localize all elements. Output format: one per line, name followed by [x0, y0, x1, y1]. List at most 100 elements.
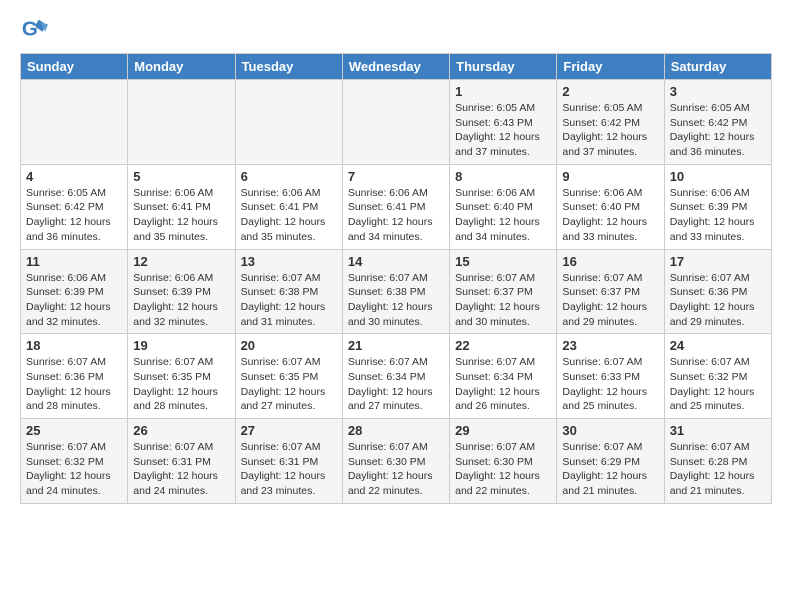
calendar-cell: 15 Sunrise: 6:07 AMSunset: 6:37 PMDayligh… — [450, 249, 557, 334]
calendar-cell: 27 Sunrise: 6:07 AMSunset: 6:31 PMDayligh… — [235, 419, 342, 504]
day-number: 8 — [455, 169, 551, 184]
calendar-cell: 11Sunrise: 6:06 AMSunset: 6:39 PMDayligh… — [21, 249, 128, 334]
day-info: Sunrise: 6:07 AMSunset: 6:37 PMDaylight:… — [562, 271, 658, 330]
day-number: 10 — [670, 169, 766, 184]
day-number: 4 — [26, 169, 122, 184]
day-info: Sunrise: 6:07 AMSunset: 6:31 PMDaylight:… — [241, 440, 337, 499]
day-info: Sunrise: 6:07 AMSunset: 6:37 PMDaylight:… — [455, 271, 551, 330]
day-info: Sunrise: 6:07 AMSunset: 6:36 PMDaylight:… — [670, 271, 766, 330]
day-number: 13 — [241, 254, 337, 269]
weekday-header: Friday — [557, 54, 664, 80]
day-info: Sunrise: 6:07 AMSunset: 6:31 PMDaylight:… — [133, 440, 229, 499]
calendar-cell: 9Sunrise: 6:06 AMSunset: 6:40 PMDaylight… — [557, 164, 664, 249]
calendar-cell: 5Sunrise: 6:06 AMSunset: 6:41 PMDaylight… — [128, 164, 235, 249]
day-number: 23 — [562, 338, 658, 353]
calendar-week-row: 25 Sunrise: 6:07 AMSunset: 6:32 PMDayligh… — [21, 419, 772, 504]
calendar-cell: 19Sunrise: 6:07 AMSunset: 6:35 PMDayligh… — [128, 334, 235, 419]
day-info: Sunrise: 6:07 AMSunset: 6:38 PMDaylight:… — [241, 271, 337, 330]
day-info: Sunrise: 6:05 AMSunset: 6:42 PMDaylight:… — [670, 101, 766, 160]
calendar-cell: 1 Sunrise: 6:05 AMSunset: 6:43 PMDaylight… — [450, 80, 557, 165]
day-number: 2 — [562, 84, 658, 99]
day-number: 30 — [562, 423, 658, 438]
day-number: 26 — [133, 423, 229, 438]
day-number: 15 — [455, 254, 551, 269]
day-info: Sunrise: 6:06 AMSunset: 6:41 PMDaylight:… — [241, 186, 337, 245]
calendar-cell — [128, 80, 235, 165]
day-info: Sunrise: 6:06 AMSunset: 6:41 PMDaylight:… — [348, 186, 444, 245]
day-info: Sunrise: 6:06 AMSunset: 6:39 PMDaylight:… — [133, 271, 229, 330]
calendar-cell: 22 Sunrise: 6:07 AMSunset: 6:34 PMDayligh… — [450, 334, 557, 419]
svg-text:G: G — [22, 18, 38, 41]
day-number: 27 — [241, 423, 337, 438]
day-info: Sunrise: 6:07 AMSunset: 6:35 PMDaylight:… — [133, 355, 229, 414]
calendar-cell: 25 Sunrise: 6:07 AMSunset: 6:32 PMDayligh… — [21, 419, 128, 504]
day-info: Sunrise: 6:05 AMSunset: 6:42 PMDaylight:… — [562, 101, 658, 160]
calendar-cell — [342, 80, 449, 165]
day-info: Sunrise: 6:07 AMSunset: 6:28 PMDaylight:… — [670, 440, 766, 499]
day-info: Sunrise: 6:07 AMSunset: 6:30 PMDaylight:… — [348, 440, 444, 499]
calendar-week-row: 4Sunrise: 6:05 AMSunset: 6:42 PMDaylight… — [21, 164, 772, 249]
calendar-cell: 21 Sunrise: 6:07 AMSunset: 6:34 PMDayligh… — [342, 334, 449, 419]
day-info: Sunrise: 6:06 AMSunset: 6:40 PMDaylight:… — [562, 186, 658, 245]
weekday-header: Saturday — [664, 54, 771, 80]
calendar-cell: 14 Sunrise: 6:07 AMSunset: 6:38 PMDayligh… — [342, 249, 449, 334]
day-number: 3 — [670, 84, 766, 99]
calendar-cell: 23 Sunrise: 6:07 AMSunset: 6:33 PMDayligh… — [557, 334, 664, 419]
calendar-week-row: 1 Sunrise: 6:05 AMSunset: 6:43 PMDaylight… — [21, 80, 772, 165]
calendar-cell: 8 Sunrise: 6:06 AMSunset: 6:40 PMDaylight… — [450, 164, 557, 249]
calendar-table: SundayMondayTuesdayWednesdayThursdayFrid… — [20, 53, 772, 504]
day-info: Sunrise: 6:07 AMSunset: 6:33 PMDaylight:… — [562, 355, 658, 414]
day-number: 31 — [670, 423, 766, 438]
day-info: Sunrise: 6:07 AMSunset: 6:30 PMDaylight:… — [455, 440, 551, 499]
calendar-cell — [21, 80, 128, 165]
calendar-body: 1 Sunrise: 6:05 AMSunset: 6:43 PMDaylight… — [21, 80, 772, 504]
day-info: Sunrise: 6:06 AMSunset: 6:40 PMDaylight:… — [455, 186, 551, 245]
day-number: 28 — [348, 423, 444, 438]
calendar-cell — [235, 80, 342, 165]
day-info: Sunrise: 6:06 AMSunset: 6:39 PMDaylight:… — [670, 186, 766, 245]
day-number: 5 — [133, 169, 229, 184]
calendar-cell: 29Sunrise: 6:07 AMSunset: 6:30 PMDayligh… — [450, 419, 557, 504]
day-info: Sunrise: 6:07 AMSunset: 6:38 PMDaylight:… — [348, 271, 444, 330]
day-number: 16 — [562, 254, 658, 269]
day-number: 18 — [26, 338, 122, 353]
calendar-header: SundayMondayTuesdayWednesdayThursdayFrid… — [21, 54, 772, 80]
calendar-cell: 20Sunrise: 6:07 AMSunset: 6:35 PMDayligh… — [235, 334, 342, 419]
day-number: 24 — [670, 338, 766, 353]
calendar-cell: 2 Sunrise: 6:05 AMSunset: 6:42 PMDaylight… — [557, 80, 664, 165]
page-container: G SundayMondayTuesdayWednesdayThursdayFr… — [0, 0, 792, 519]
day-number: 22 — [455, 338, 551, 353]
calendar-cell: 12 Sunrise: 6:06 AMSunset: 6:39 PMDayligh… — [128, 249, 235, 334]
calendar-cell: 24 Sunrise: 6:07 AMSunset: 6:32 PMDayligh… — [664, 334, 771, 419]
day-number: 20 — [241, 338, 337, 353]
calendar-cell: 16 Sunrise: 6:07 AMSunset: 6:37 PMDayligh… — [557, 249, 664, 334]
weekday-header: Thursday — [450, 54, 557, 80]
calendar-cell: 10 Sunrise: 6:06 AMSunset: 6:39 PMDayligh… — [664, 164, 771, 249]
weekday-header: Sunday — [21, 54, 128, 80]
day-info: Sunrise: 6:06 AMSunset: 6:39 PMDaylight:… — [26, 271, 122, 330]
calendar-cell: 18 Sunrise: 6:07 AMSunset: 6:36 PMDayligh… — [21, 334, 128, 419]
day-number: 25 — [26, 423, 122, 438]
calendar-cell: 7 Sunrise: 6:06 AMSunset: 6:41 PMDaylight… — [342, 164, 449, 249]
day-info: Sunrise: 6:07 AMSunset: 6:36 PMDaylight:… — [26, 355, 122, 414]
calendar-cell: 30Sunrise: 6:07 AMSunset: 6:29 PMDayligh… — [557, 419, 664, 504]
day-number: 1 — [455, 84, 551, 99]
day-info: Sunrise: 6:07 AMSunset: 6:34 PMDaylight:… — [348, 355, 444, 414]
day-number: 17 — [670, 254, 766, 269]
day-info: Sunrise: 6:07 AMSunset: 6:34 PMDaylight:… — [455, 355, 551, 414]
calendar-cell: 26 Sunrise: 6:07 AMSunset: 6:31 PMDayligh… — [128, 419, 235, 504]
day-number: 14 — [348, 254, 444, 269]
calendar-cell: 3 Sunrise: 6:05 AMSunset: 6:42 PMDaylight… — [664, 80, 771, 165]
day-info: Sunrise: 6:07 AMSunset: 6:32 PMDaylight:… — [670, 355, 766, 414]
calendar-cell: 4Sunrise: 6:05 AMSunset: 6:42 PMDaylight… — [21, 164, 128, 249]
day-number: 7 — [348, 169, 444, 184]
calendar-cell: 13 Sunrise: 6:07 AMSunset: 6:38 PMDayligh… — [235, 249, 342, 334]
day-info: Sunrise: 6:05 AMSunset: 6:43 PMDaylight:… — [455, 101, 551, 160]
day-number: 21 — [348, 338, 444, 353]
day-info: Sunrise: 6:07 AMSunset: 6:32 PMDaylight:… — [26, 440, 122, 499]
calendar-cell: 6Sunrise: 6:06 AMSunset: 6:41 PMDaylight… — [235, 164, 342, 249]
logo: G — [20, 15, 52, 43]
weekday-header: Wednesday — [342, 54, 449, 80]
page-header: G — [20, 15, 772, 43]
day-number: 12 — [133, 254, 229, 269]
